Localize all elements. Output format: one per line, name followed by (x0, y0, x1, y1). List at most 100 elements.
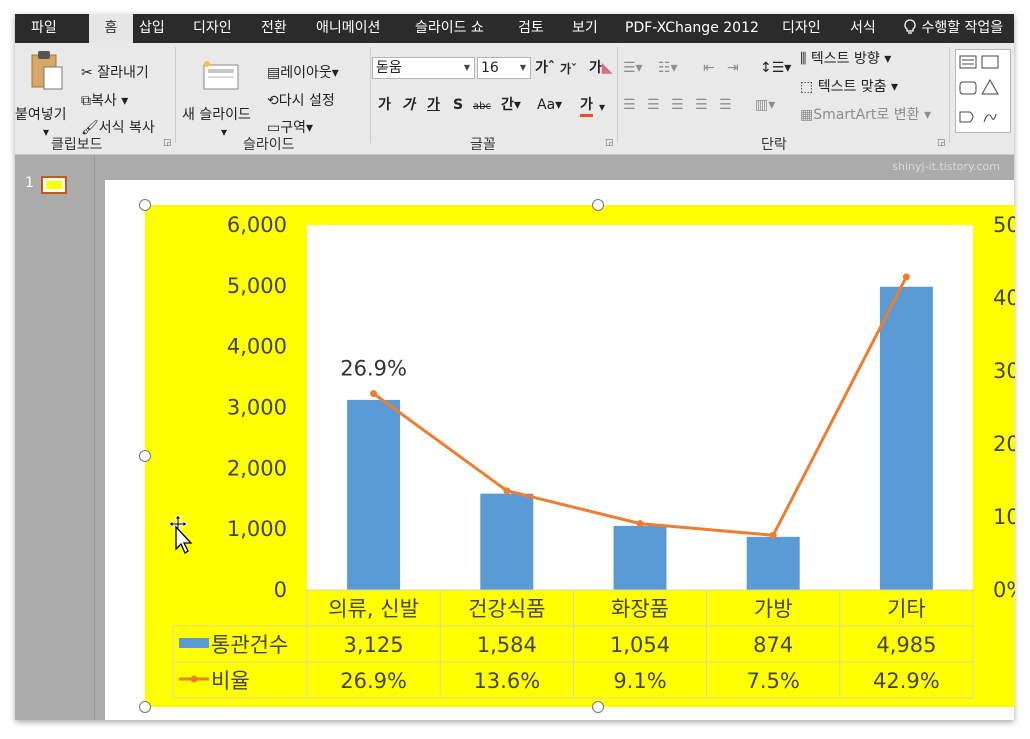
y2-axis-tick-label: 30 (993, 359, 1015, 383)
data-table-value: 874 (753, 633, 793, 657)
paragraph-launcher-icon[interactable]: ◲ (937, 138, 946, 148)
slide-thumbnail-1[interactable] (41, 176, 67, 194)
ribbon: 붙여넣기 ▾ ✂ 잘라내기 ⧉복사 ▾ 🖌서식 복사 클립보드 ◲ 새 슬라이드… (15, 43, 1014, 155)
data-table-value: 13.6% (473, 669, 540, 693)
increase-indent-icon[interactable]: ⇥ (727, 59, 739, 77)
font-launcher-icon[interactable]: ◲ (605, 138, 614, 148)
tab-slideshow[interactable]: 슬라이드 쇼 (415, 14, 484, 43)
chevron-down-icon: ▼ (463, 63, 470, 72)
paste-button[interactable]: 붙여넣기 (15, 106, 67, 124)
chart-object[interactable]: 0 1,000 2,000 3,000 4,000 5,000 6,000 0% 10 20 30 4… (145, 205, 1026, 707)
bullets-icon[interactable]: ☰▾ (623, 59, 643, 77)
thumbnail-chart (46, 181, 62, 189)
align-right-icon[interactable]: ☰ (671, 96, 684, 114)
y-axis-tick-label: 1,000 (227, 517, 287, 541)
justify-icon[interactable]: ☰ (695, 96, 708, 114)
resize-handle-bottom[interactable] (592, 701, 604, 713)
resize-handle-top[interactable] (592, 199, 604, 211)
lightbulb-icon (903, 19, 921, 36)
x-axis-category-label: 기타 (887, 597, 926, 621)
tab-review[interactable]: 검토 (518, 14, 544, 43)
move-cursor-icon (166, 513, 200, 555)
copy-button[interactable]: ⧉복사 ▾ (81, 92, 128, 110)
data-table-series-name: 통관건수 (211, 633, 288, 657)
smartart-button[interactable]: ▦SmartArt로 변환 ▾ (800, 106, 931, 124)
shapes-gallery[interactable] (955, 49, 1011, 133)
x-axis-category-label: 가방 (754, 597, 793, 621)
tab-view[interactable]: 보기 (572, 14, 598, 43)
line-point (769, 531, 777, 539)
resize-handle-left[interactable] (139, 450, 151, 462)
y-axis-tick-label: 4,000 (227, 335, 287, 359)
legend-key-bar (179, 638, 209, 648)
cut-button[interactable]: ✂ 잘라내기 (81, 64, 149, 82)
x-axis-category-label: 화장품 (611, 597, 669, 621)
smartart-icon: ▦ (800, 107, 814, 123)
font-color-button[interactable]: 가 (580, 96, 593, 117)
tab-transitions[interactable]: 전환 (261, 14, 287, 43)
change-case-button[interactable]: Aa▾ (537, 96, 562, 114)
y-axis-tick-label: 5,000 (227, 274, 287, 298)
character-spacing-button[interactable]: 간▾ (501, 96, 521, 114)
line-point (636, 520, 644, 528)
line-point (503, 487, 511, 495)
grow-font-button[interactable]: 가ˆ (535, 59, 555, 77)
chevron-down-icon: ▼ (519, 63, 526, 72)
new-slide-button[interactable]: 새 슬라이드 (182, 106, 251, 124)
y-axis-tick-label: 6,000 (227, 213, 287, 237)
font-size-select[interactable]: 16 ▼ (477, 57, 531, 79)
shadow-button[interactable]: S (453, 96, 463, 114)
new-slide-dropdown-icon[interactable]: ▾ (221, 123, 227, 141)
bold-button[interactable]: 가 (378, 96, 391, 114)
numbering-icon[interactable]: ☷▾ (658, 59, 678, 77)
ribbon-tab-bar: 파일 홈 삽입 디자인 전환 애니메이션 슬라이드 쇼 검토 보기 PDF-XC… (15, 14, 1014, 43)
align-left-icon[interactable]: ☰ (623, 96, 636, 114)
chevron-down-icon: ▾ (879, 51, 892, 67)
data-table-series-name: 비율 (211, 669, 250, 693)
tab-insert[interactable]: 삽입 (139, 14, 165, 43)
resize-handle-bottom-left[interactable] (139, 701, 151, 713)
line-spacing-icon[interactable]: ↕☰▾ (760, 59, 791, 77)
clear-format-button[interactable]: 가◣ (589, 59, 613, 77)
align-center-icon[interactable]: ☰ (647, 96, 660, 114)
combo-chart: 0 1,000 2,000 3,000 4,000 5,000 6,000 0% 10 20 30 4… (172, 213, 1026, 699)
tab-home[interactable]: 홈 (89, 14, 133, 43)
paste-icon[interactable] (30, 49, 64, 97)
font-color-dropdown-icon[interactable]: ▾ (599, 98, 605, 116)
layout-button[interactable]: ▤레이아웃▾ (267, 64, 339, 82)
strikethrough-button[interactable]: abc (473, 98, 491, 116)
decrease-indent-icon[interactable]: ⇤ (703, 59, 715, 77)
chevron-down-icon: ▾ (919, 107, 931, 123)
underline-button[interactable]: 가 (427, 96, 440, 114)
distributed-icon[interactable]: ☰ (719, 96, 732, 114)
new-slide-icon[interactable] (202, 61, 240, 95)
shrink-font-button[interactable]: 가ˇ (560, 60, 577, 78)
bar (347, 399, 401, 590)
tell-me-box[interactable]: 수행할 작업을 (903, 14, 1003, 43)
x-axis-category-label: 건강식품 (468, 597, 545, 621)
font-name-select[interactable]: 돋움 ▼ (372, 57, 475, 79)
line-point (902, 273, 910, 281)
x-axis-category-label: 의류, 신발 (328, 597, 419, 621)
clipboard-launcher-icon[interactable]: ◲ (163, 138, 172, 148)
tab-format[interactable]: 서식 (850, 14, 876, 43)
data-table-value: 7.5% (747, 669, 800, 693)
italic-button[interactable]: 가 (402, 96, 415, 114)
copy-icon: ⧉ (81, 93, 91, 109)
tab-design[interactable]: 디자인 (193, 14, 232, 43)
eraser-icon: ◣ (601, 60, 613, 76)
align-text-icon: ⬚ (800, 79, 814, 95)
tab-chart-design[interactable]: 디자인 (782, 14, 821, 43)
columns-icon[interactable]: ▥▾ (755, 96, 775, 114)
reset-button[interactable]: ⟲다시 설정 (267, 92, 335, 110)
tab-animations[interactable]: 애니메이션 (316, 14, 380, 43)
paste-dropdown-icon[interactable]: ▾ (43, 123, 49, 141)
resize-handle-top-left[interactable] (139, 199, 151, 211)
layout-dropdown-icon: ▾ (331, 65, 339, 81)
line-point (370, 390, 378, 398)
tab-file[interactable]: 파일 (31, 14, 57, 43)
align-text-button[interactable]: ⬚ 텍스트 맞춤 ▾ (800, 78, 898, 96)
group-label-clipboard: 클립보드 (51, 137, 103, 153)
tab-pdf-xchange[interactable]: PDF-XChange 2012 (625, 14, 759, 43)
text-direction-button[interactable]: ⫼ 텍스트 방향 ▾ (800, 50, 891, 68)
